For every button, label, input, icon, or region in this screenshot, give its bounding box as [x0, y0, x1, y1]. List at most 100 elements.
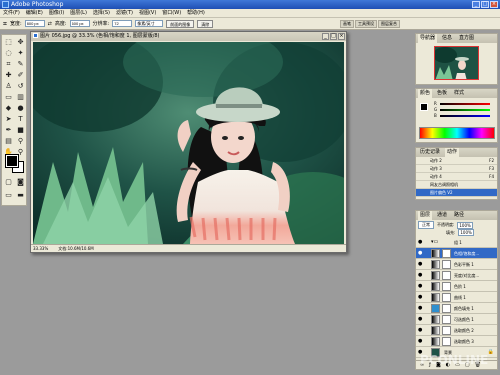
visibility-eye-icon[interactable]: ●: [418, 295, 423, 300]
action-row[interactable]: 动作 3 F3: [416, 165, 497, 173]
layer-row[interactable]: ● 可选颜色 1: [416, 314, 497, 325]
color-swatches[interactable]: [5, 154, 24, 173]
crop-tool-icon[interactable]: ⌗: [3, 18, 7, 30]
tab-history[interactable]: 历史记录: [418, 148, 442, 157]
tab-brushes[interactable]: 画笔: [340, 20, 354, 28]
marquee-tool-icon[interactable]: ⬚: [3, 37, 14, 47]
slice-tool-icon[interactable]: ✎: [15, 59, 26, 69]
visibility-eye-icon[interactable]: ●: [418, 262, 423, 267]
blend-mode-select[interactable]: 正常: [418, 221, 434, 229]
minimize-button[interactable]: _: [472, 1, 480, 8]
action-row[interactable]: 动作 4 F4: [416, 173, 497, 181]
pen-tool-icon[interactable]: ✒: [3, 125, 14, 135]
action-row-selected[interactable]: 图片偏色 V2: [416, 189, 497, 197]
menu-window[interactable]: 窗口(W): [162, 9, 181, 17]
crop-tool-icon[interactable]: ⌗: [3, 59, 14, 69]
visibility-eye-icon[interactable]: ●: [418, 328, 423, 333]
tab-navigator[interactable]: 导航器: [418, 34, 438, 43]
notes-tool-icon[interactable]: ▤: [3, 136, 14, 146]
tab-info[interactable]: 信息: [440, 34, 454, 43]
layer-row[interactable]: ● 色彩平衡 1: [416, 259, 497, 270]
history-brush-icon[interactable]: ↺: [15, 81, 26, 91]
menu-help[interactable]: 帮助(H): [187, 9, 205, 17]
tab-color[interactable]: 颜色: [418, 89, 433, 98]
eraser-tool-icon[interactable]: ▭: [3, 92, 14, 102]
doc-maximize-button[interactable]: □: [330, 33, 337, 40]
brush-tool-icon[interactable]: ✐: [15, 70, 26, 80]
visibility-eye-icon[interactable]: ●: [418, 284, 423, 289]
layer-row[interactable]: ● 亮度/对比度...: [416, 270, 497, 281]
visibility-eye-icon[interactable]: ●: [418, 273, 423, 278]
tab-actions[interactable]: 动作: [445, 148, 460, 157]
color-b-slider[interactable]: [440, 115, 490, 117]
tab-swatches[interactable]: 色板: [435, 89, 449, 98]
type-tool-icon[interactable]: T: [15, 114, 26, 124]
opacity-input[interactable]: 100%: [457, 221, 473, 229]
magic-wand-tool-icon[interactable]: ✦: [15, 48, 26, 58]
fullscreen-mode-icon[interactable]: ▬: [15, 190, 26, 200]
visibility-eye-icon[interactable]: ●: [418, 240, 423, 245]
menu-select[interactable]: 选择(S): [93, 9, 110, 17]
stamp-tool-icon[interactable]: ♙: [3, 81, 14, 91]
lasso-tool-icon[interactable]: ◌: [3, 48, 14, 58]
quickmask-mode-icon[interactable]: ◙: [15, 177, 26, 187]
layer-row[interactable]: ● 选取颜色 3: [416, 336, 497, 347]
tab-layers[interactable]: 图层: [418, 211, 433, 220]
menu-layer[interactable]: 图层(L): [70, 9, 87, 17]
color-r-slider[interactable]: [440, 103, 490, 105]
width-input[interactable]: [24, 20, 45, 27]
standard-mode-icon[interactable]: ▢: [3, 177, 14, 187]
layer-group-row[interactable]: ● ▾▭ 组 1: [416, 237, 497, 248]
menu-view[interactable]: 视图(V): [139, 9, 156, 17]
height-input[interactable]: [69, 20, 90, 27]
eyedropper-tool-icon[interactable]: ⚲: [15, 136, 26, 146]
unit-select[interactable]: 像素/英寸: [135, 20, 164, 27]
close-button[interactable]: ×: [490, 1, 498, 8]
zoom-readout[interactable]: 33.33%: [33, 245, 48, 252]
visibility-eye-icon[interactable]: ●: [418, 251, 423, 256]
resolution-input[interactable]: [112, 20, 133, 27]
tab-styles[interactable]: 样式: [452, 89, 466, 98]
tab-layer-comps[interactable]: 图层复合: [378, 20, 400, 28]
color-spectrum-ramp[interactable]: [419, 127, 495, 139]
layer-row[interactable]: ● 色阶 1: [416, 281, 497, 292]
doc-close-button[interactable]: ×: [338, 33, 345, 40]
screen-mode-icon[interactable]: ▭: [3, 190, 14, 200]
navigator-thumbnail[interactable]: [434, 46, 479, 80]
menu-image[interactable]: 图像(I): [49, 9, 64, 17]
dodge-tool-icon[interactable]: ●: [15, 103, 26, 113]
clear-button[interactable]: 清除: [197, 19, 214, 28]
document-titlebar[interactable]: 图片 056.jpg @ 33.3% (色相/饱和度 1, 图层蒙版/8) _ …: [31, 32, 346, 41]
menu-filter[interactable]: 滤镜(T): [116, 9, 133, 17]
fill-input[interactable]: 100%: [458, 229, 474, 236]
visibility-eye-icon[interactable]: ●: [418, 317, 423, 322]
visibility-eye-icon[interactable]: ●: [418, 339, 423, 344]
doc-minimize-button[interactable]: _: [322, 33, 329, 40]
shape-tool-icon[interactable]: ■: [15, 125, 26, 135]
visibility-eye-icon[interactable]: ●: [418, 306, 423, 311]
front-image-button[interactable]: 前面的图像: [166, 19, 195, 28]
path-select-icon[interactable]: ➤: [3, 114, 14, 124]
tab-tool-presets[interactable]: 工具预设: [355, 20, 377, 28]
move-tool-icon[interactable]: ✥: [15, 37, 26, 47]
action-set-row[interactable]: 网友古调照相机: [416, 181, 497, 189]
maximize-button[interactable]: □: [481, 1, 489, 8]
tab-histogram[interactable]: 直方图: [457, 34, 476, 43]
blur-tool-icon[interactable]: ◆: [3, 103, 14, 113]
action-row[interactable]: 动作 2 F2: [416, 157, 497, 165]
color-foreground-swatch[interactable]: [420, 103, 428, 111]
swap-icon[interactable]: ⇄: [48, 18, 52, 30]
healing-tool-icon[interactable]: ✚: [3, 70, 14, 80]
tab-paths[interactable]: 路径: [452, 211, 466, 220]
document-window[interactable]: 图片 056.jpg @ 33.3% (色相/饱和度 1, 图层蒙版/8) _ …: [30, 31, 347, 253]
gradient-tool-icon[interactable]: ▥: [15, 92, 26, 102]
foreground-color-swatch[interactable]: [5, 154, 19, 168]
menu-file[interactable]: 文件(F): [3, 9, 20, 17]
menu-edit[interactable]: 编辑(E): [26, 9, 43, 17]
layer-row-selected[interactable]: ● 色相/饱和度...: [416, 248, 497, 259]
layer-row[interactable]: ● 颜色填充 1: [416, 303, 497, 314]
document-canvas[interactable]: [33, 42, 344, 244]
tab-channels[interactable]: 通道: [435, 211, 449, 220]
layer-row[interactable]: ● 选取颜色 2: [416, 325, 497, 336]
layer-row[interactable]: ● 曲线 1: [416, 292, 497, 303]
